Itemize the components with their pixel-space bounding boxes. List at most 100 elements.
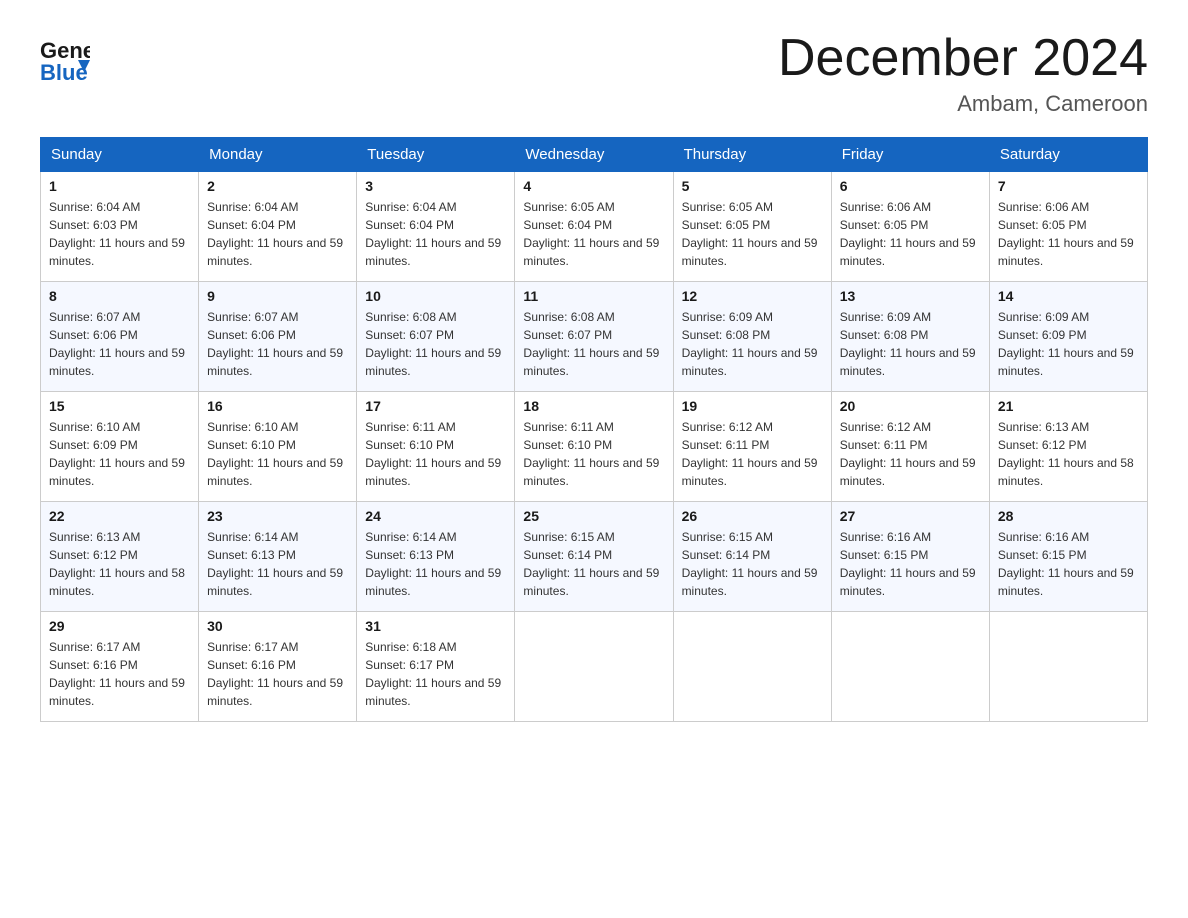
day-number: 25: [523, 508, 664, 524]
calendar-cell: 25 Sunrise: 6:15 AM Sunset: 6:14 PM Dayl…: [515, 502, 673, 612]
day-number: 13: [840, 288, 981, 304]
logo: General Blue: [40, 30, 94, 85]
calendar-cell: 24 Sunrise: 6:14 AM Sunset: 6:13 PM Dayl…: [357, 502, 515, 612]
calendar-cell: [831, 612, 989, 722]
calendar-cell: 3 Sunrise: 6:04 AM Sunset: 6:04 PM Dayli…: [357, 172, 515, 282]
calendar-cell: 27 Sunrise: 6:16 AM Sunset: 6:15 PM Dayl…: [831, 502, 989, 612]
calendar-cell: [989, 612, 1147, 722]
day-number: 2: [207, 178, 348, 194]
day-info: Sunrise: 6:10 AM Sunset: 6:09 PM Dayligh…: [49, 418, 190, 490]
calendar-cell: 7 Sunrise: 6:06 AM Sunset: 6:05 PM Dayli…: [989, 172, 1147, 282]
header-tuesday: Tuesday: [357, 138, 515, 172]
day-number: 10: [365, 288, 506, 304]
calendar-cell: 20 Sunrise: 6:12 AM Sunset: 6:11 PM Dayl…: [831, 392, 989, 502]
calendar-cell: 31 Sunrise: 6:18 AM Sunset: 6:17 PM Dayl…: [357, 612, 515, 722]
location: Ambam, Cameroon: [778, 91, 1148, 117]
calendar-cell: 15 Sunrise: 6:10 AM Sunset: 6:09 PM Dayl…: [41, 392, 199, 502]
day-number: 12: [682, 288, 823, 304]
header-saturday: Saturday: [989, 138, 1147, 172]
calendar-cell: 4 Sunrise: 6:05 AM Sunset: 6:04 PM Dayli…: [515, 172, 673, 282]
day-number: 3: [365, 178, 506, 194]
day-info: Sunrise: 6:05 AM Sunset: 6:04 PM Dayligh…: [523, 198, 664, 270]
day-number: 27: [840, 508, 981, 524]
day-info: Sunrise: 6:07 AM Sunset: 6:06 PM Dayligh…: [49, 308, 190, 380]
day-info: Sunrise: 6:13 AM Sunset: 6:12 PM Dayligh…: [998, 418, 1139, 490]
day-info: Sunrise: 6:09 AM Sunset: 6:08 PM Dayligh…: [840, 308, 981, 380]
day-number: 4: [523, 178, 664, 194]
day-info: Sunrise: 6:17 AM Sunset: 6:16 PM Dayligh…: [207, 638, 348, 710]
calendar-cell: 21 Sunrise: 6:13 AM Sunset: 6:12 PM Dayl…: [989, 392, 1147, 502]
day-info: Sunrise: 6:18 AM Sunset: 6:17 PM Dayligh…: [365, 638, 506, 710]
day-info: Sunrise: 6:12 AM Sunset: 6:11 PM Dayligh…: [840, 418, 981, 490]
week-row-2: 8 Sunrise: 6:07 AM Sunset: 6:06 PM Dayli…: [41, 282, 1148, 392]
day-number: 7: [998, 178, 1139, 194]
calendar-cell: 18 Sunrise: 6:11 AM Sunset: 6:10 PM Dayl…: [515, 392, 673, 502]
day-number: 19: [682, 398, 823, 414]
day-info: Sunrise: 6:14 AM Sunset: 6:13 PM Dayligh…: [365, 528, 506, 600]
calendar-cell: [673, 612, 831, 722]
calendar-cell: 19 Sunrise: 6:12 AM Sunset: 6:11 PM Dayl…: [673, 392, 831, 502]
calendar-cell: 29 Sunrise: 6:17 AM Sunset: 6:16 PM Dayl…: [41, 612, 199, 722]
day-info: Sunrise: 6:04 AM Sunset: 6:03 PM Dayligh…: [49, 198, 190, 270]
weekday-header-row: SundayMondayTuesdayWednesdayThursdayFrid…: [41, 138, 1148, 172]
header-sunday: Sunday: [41, 138, 199, 172]
day-number: 31: [365, 618, 506, 634]
day-number: 6: [840, 178, 981, 194]
calendar-cell: 8 Sunrise: 6:07 AM Sunset: 6:06 PM Dayli…: [41, 282, 199, 392]
day-info: Sunrise: 6:16 AM Sunset: 6:15 PM Dayligh…: [998, 528, 1139, 600]
week-row-5: 29 Sunrise: 6:17 AM Sunset: 6:16 PM Dayl…: [41, 612, 1148, 722]
day-number: 9: [207, 288, 348, 304]
calendar-cell: 13 Sunrise: 6:09 AM Sunset: 6:08 PM Dayl…: [831, 282, 989, 392]
day-number: 30: [207, 618, 348, 634]
calendar-cell: 17 Sunrise: 6:11 AM Sunset: 6:10 PM Dayl…: [357, 392, 515, 502]
calendar-cell: 9 Sunrise: 6:07 AM Sunset: 6:06 PM Dayli…: [199, 282, 357, 392]
calendar-cell: 5 Sunrise: 6:05 AM Sunset: 6:05 PM Dayli…: [673, 172, 831, 282]
calendar-cell: 23 Sunrise: 6:14 AM Sunset: 6:13 PM Dayl…: [199, 502, 357, 612]
day-number: 16: [207, 398, 348, 414]
calendar-cell: 1 Sunrise: 6:04 AM Sunset: 6:03 PM Dayli…: [41, 172, 199, 282]
day-info: Sunrise: 6:04 AM Sunset: 6:04 PM Dayligh…: [365, 198, 506, 270]
day-number: 17: [365, 398, 506, 414]
calendar-cell: 14 Sunrise: 6:09 AM Sunset: 6:09 PM Dayl…: [989, 282, 1147, 392]
day-number: 1: [49, 178, 190, 194]
day-number: 24: [365, 508, 506, 524]
day-number: 29: [49, 618, 190, 634]
day-number: 20: [840, 398, 981, 414]
logo-icon: General Blue: [40, 30, 90, 85]
header-friday: Friday: [831, 138, 989, 172]
calendar-cell: 11 Sunrise: 6:08 AM Sunset: 6:07 PM Dayl…: [515, 282, 673, 392]
day-info: Sunrise: 6:06 AM Sunset: 6:05 PM Dayligh…: [840, 198, 981, 270]
calendar-cell: 12 Sunrise: 6:09 AM Sunset: 6:08 PM Dayl…: [673, 282, 831, 392]
day-info: Sunrise: 6:11 AM Sunset: 6:10 PM Dayligh…: [365, 418, 506, 490]
calendar-cell: 10 Sunrise: 6:08 AM Sunset: 6:07 PM Dayl…: [357, 282, 515, 392]
day-info: Sunrise: 6:07 AM Sunset: 6:06 PM Dayligh…: [207, 308, 348, 380]
week-row-3: 15 Sunrise: 6:10 AM Sunset: 6:09 PM Dayl…: [41, 392, 1148, 502]
calendar-cell: 28 Sunrise: 6:16 AM Sunset: 6:15 PM Dayl…: [989, 502, 1147, 612]
title-section: December 2024 Ambam, Cameroon: [778, 30, 1148, 117]
week-row-1: 1 Sunrise: 6:04 AM Sunset: 6:03 PM Dayli…: [41, 172, 1148, 282]
day-info: Sunrise: 6:13 AM Sunset: 6:12 PM Dayligh…: [49, 528, 190, 600]
day-number: 5: [682, 178, 823, 194]
day-info: Sunrise: 6:08 AM Sunset: 6:07 PM Dayligh…: [365, 308, 506, 380]
day-number: 21: [998, 398, 1139, 414]
day-info: Sunrise: 6:14 AM Sunset: 6:13 PM Dayligh…: [207, 528, 348, 600]
day-number: 26: [682, 508, 823, 524]
day-number: 14: [998, 288, 1139, 304]
day-number: 11: [523, 288, 664, 304]
day-info: Sunrise: 6:10 AM Sunset: 6:10 PM Dayligh…: [207, 418, 348, 490]
day-info: Sunrise: 6:15 AM Sunset: 6:14 PM Dayligh…: [682, 528, 823, 600]
day-info: Sunrise: 6:05 AM Sunset: 6:05 PM Dayligh…: [682, 198, 823, 270]
calendar-cell: 30 Sunrise: 6:17 AM Sunset: 6:16 PM Dayl…: [199, 612, 357, 722]
day-number: 28: [998, 508, 1139, 524]
week-row-4: 22 Sunrise: 6:13 AM Sunset: 6:12 PM Dayl…: [41, 502, 1148, 612]
header-monday: Monday: [199, 138, 357, 172]
day-number: 18: [523, 398, 664, 414]
day-number: 23: [207, 508, 348, 524]
day-info: Sunrise: 6:08 AM Sunset: 6:07 PM Dayligh…: [523, 308, 664, 380]
day-info: Sunrise: 6:12 AM Sunset: 6:11 PM Dayligh…: [682, 418, 823, 490]
day-info: Sunrise: 6:09 AM Sunset: 6:08 PM Dayligh…: [682, 308, 823, 380]
month-title: December 2024: [778, 30, 1148, 87]
calendar-cell: 2 Sunrise: 6:04 AM Sunset: 6:04 PM Dayli…: [199, 172, 357, 282]
calendar-cell: [515, 612, 673, 722]
calendar-cell: 26 Sunrise: 6:15 AM Sunset: 6:14 PM Dayl…: [673, 502, 831, 612]
